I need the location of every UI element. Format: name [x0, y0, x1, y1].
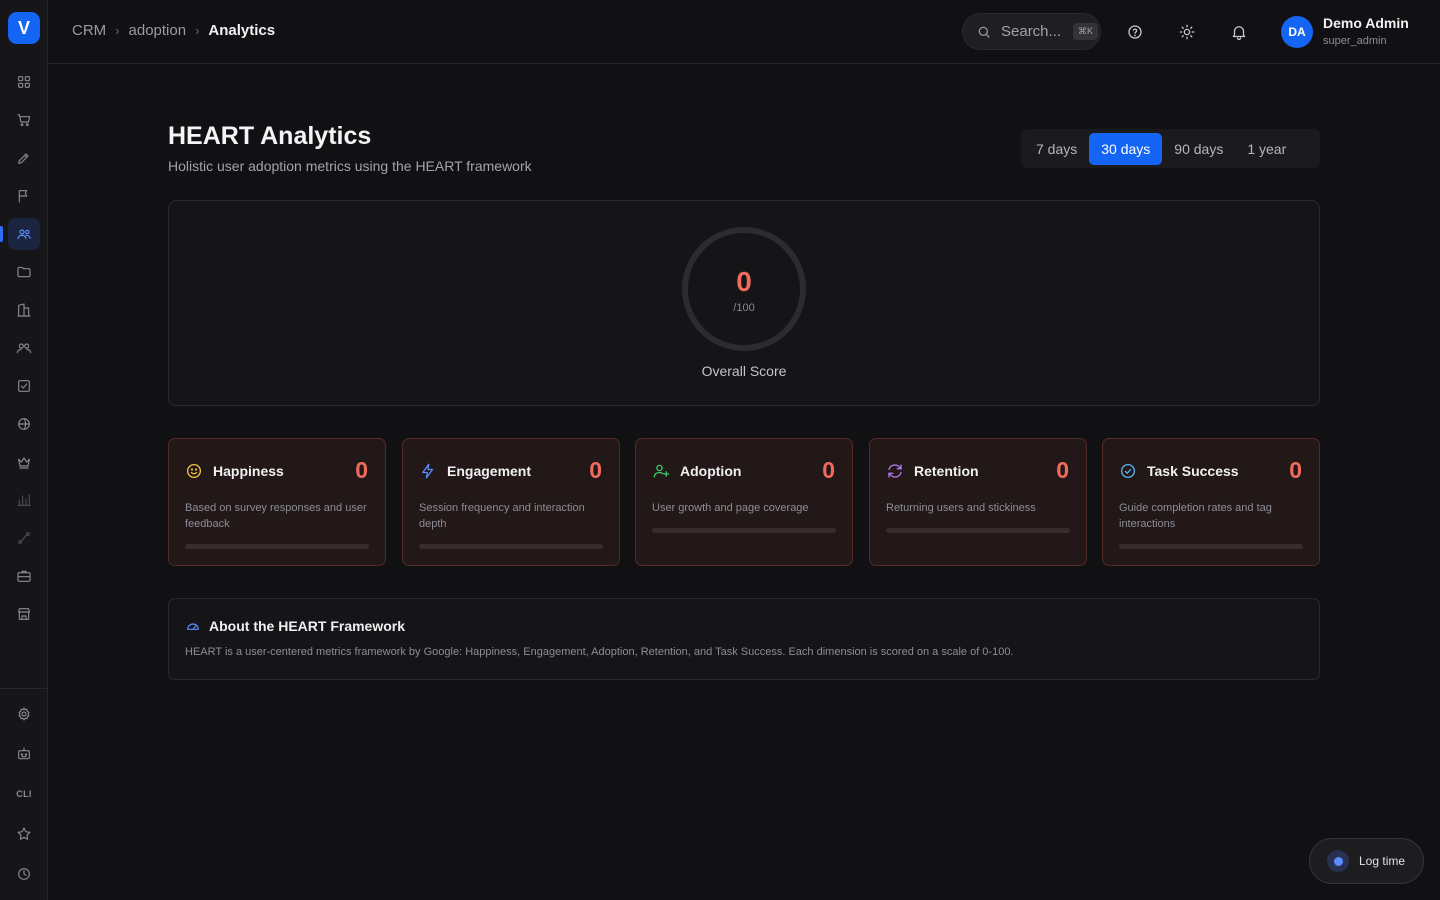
metric-card-retention: Retention 0 Returning users and stickine…: [869, 438, 1087, 566]
store-icon[interactable]: [8, 598, 40, 630]
dashboard-icon[interactable]: [8, 66, 40, 98]
app-logo[interactable]: V: [8, 12, 40, 44]
users-icon[interactable]: [8, 218, 40, 250]
metric-card-task-success: Task Success 0 Guide completion rates an…: [1102, 438, 1320, 566]
checkbox-icon[interactable]: [8, 370, 40, 402]
search-placeholder: Search...: [1001, 23, 1062, 40]
overall-score-max: /100: [733, 302, 755, 314]
metric-value: 0: [1056, 457, 1069, 483]
logo-letter: V: [17, 17, 30, 38]
user-name[interactable]: Demo Admin: [1323, 15, 1409, 31]
metric-description: Based on survey responses and user feedb…: [185, 502, 367, 530]
breadcrumb: CRM › adoption › Analytics: [72, 22, 275, 39]
about-text: HEART is a user-centered metrics framewo…: [185, 646, 1014, 658]
avatar-initials: DA: [1288, 25, 1306, 39]
search-icon: [978, 26, 990, 38]
settings-icon[interactable]: [8, 698, 40, 730]
metric-card-adoption: Adoption 0 User growth and page coverage: [635, 438, 853, 566]
metric-progress-bar: [886, 528, 1070, 533]
cli-button[interactable]: CLI: [8, 778, 40, 810]
metric-value: 0: [1289, 457, 1302, 483]
contacts-icon[interactable]: [8, 332, 40, 364]
metric-title: Happiness: [213, 463, 284, 479]
briefcase-icon[interactable]: [8, 560, 40, 592]
metric-description: User growth and page coverage: [652, 502, 809, 514]
sidebar-divider: [0, 688, 48, 689]
metric-description: Session frequency and interaction depth: [419, 502, 585, 530]
breadcrumb-crm[interactable]: CRM: [72, 22, 106, 39]
user-plus-icon: [652, 462, 670, 480]
metric-title: Adoption: [680, 463, 742, 479]
metric-description: Guide completion rates and tag interacti…: [1119, 502, 1272, 530]
metric-title: Retention: [914, 463, 979, 479]
help-icon[interactable]: [1123, 20, 1147, 44]
folder-icon[interactable]: [8, 256, 40, 288]
chevron-right-icon: ›: [115, 23, 120, 38]
range-1-year-button[interactable]: 1 year: [1235, 133, 1298, 165]
metric-progress-bar: [419, 544, 603, 549]
bell-icon[interactable]: [1227, 20, 1251, 44]
avatar[interactable]: DA: [1281, 16, 1313, 48]
score-ring: 0 /100: [682, 227, 806, 351]
cart-icon[interactable]: [8, 104, 40, 136]
log-time-label: Log time: [1359, 854, 1406, 868]
refresh-icon: [886, 462, 904, 480]
metric-progress-bar: [185, 544, 369, 549]
smile-icon: [185, 462, 203, 480]
metric-title: Engagement: [447, 463, 532, 479]
pen-tool-icon[interactable]: [8, 142, 40, 174]
metric-card-happiness: Happiness 0 Based on survey responses an…: [168, 438, 386, 566]
breadcrumb-adoption[interactable]: adoption: [129, 22, 187, 39]
flag-icon[interactable]: [8, 180, 40, 212]
clock-icon[interactable]: [8, 858, 40, 890]
metric-progress-bar: [1119, 544, 1303, 549]
date-range-selector: 7 days 30 days 90 days 1 year: [1021, 129, 1320, 168]
sun-icon[interactable]: [1175, 20, 1199, 44]
search-shortcut: ⌘K: [1073, 23, 1099, 40]
about-heart-card: About the HEART Framework HEART is a use…: [168, 598, 1320, 680]
bot-icon[interactable]: [8, 738, 40, 770]
range-90-days-button[interactable]: 90 days: [1162, 133, 1235, 165]
user-role: super_admin: [1323, 35, 1387, 47]
metric-value: 0: [822, 457, 835, 483]
overall-score-value: 0: [736, 266, 752, 297]
top-header: CRM › adoption › Analytics Search... ⌘K …: [48, 0, 1440, 64]
overall-score-label: Overall Score: [701, 363, 787, 379]
log-time-button[interactable]: Log time: [1309, 838, 1424, 884]
about-title: About the HEART Framework: [209, 618, 406, 634]
metric-card-engagement: Engagement 0 Session frequency and inter…: [402, 438, 620, 566]
range-30-days-button[interactable]: 30 days: [1089, 132, 1163, 165]
metric-value: 0: [589, 457, 602, 483]
crown-icon[interactable]: [8, 446, 40, 478]
route-icon[interactable]: [8, 522, 40, 554]
breadcrumb-current: Analytics: [208, 22, 276, 39]
star-icon[interactable]: [8, 818, 40, 850]
metric-description: Returning users and stickiness: [886, 502, 1036, 514]
active-indicator: [0, 226, 3, 242]
range-7-days-button[interactable]: 7 days: [1024, 133, 1089, 165]
bar-chart-icon[interactable]: [8, 484, 40, 516]
lightning-icon: [419, 462, 437, 480]
page-title: HEART Analytics: [168, 122, 372, 150]
building-icon[interactable]: [8, 294, 40, 326]
sidebar: V CLI: [0, 0, 48, 900]
globe-icon[interactable]: [8, 408, 40, 440]
check-circle-icon: [1119, 462, 1137, 480]
gauge-icon: [185, 618, 201, 634]
timer-icon: [1327, 850, 1349, 872]
chevron-right-icon: ›: [195, 23, 200, 38]
metric-value: 0: [355, 457, 368, 483]
search-input[interactable]: Search... ⌘K: [962, 13, 1101, 50]
cli-label: CLI: [16, 789, 32, 799]
page-subtitle: Holistic user adoption metrics using the…: [168, 158, 532, 174]
metric-progress-bar: [652, 528, 836, 533]
metric-title: Task Success: [1147, 463, 1239, 479]
overall-score-card: 0 /100 Overall Score: [168, 200, 1320, 406]
